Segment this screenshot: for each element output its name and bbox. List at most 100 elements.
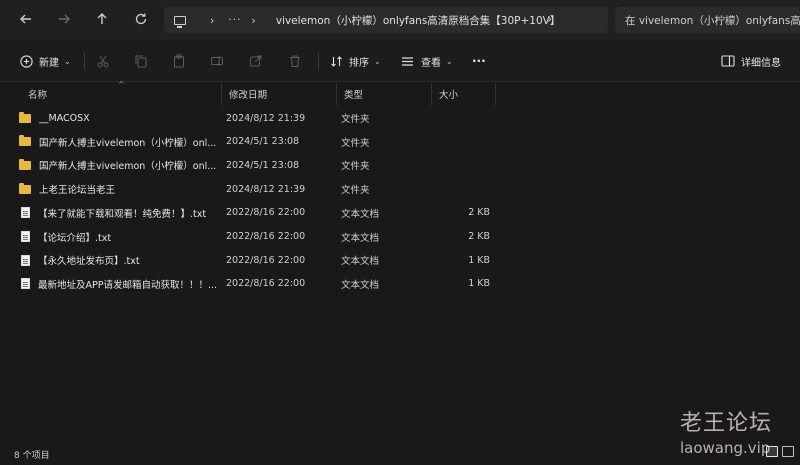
file-row[interactable]: 国产新人搏主vivelemon（小柠檬）onl... 2024/5/1 23:08…	[0, 153, 560, 177]
file-date: 2022/8/16 22:00	[226, 207, 306, 219]
more-options-button[interactable]: ···	[472, 50, 486, 72]
file-row[interactable]: 国产新人搏主vivelemon（小柠檬）onl... 2024/5/1 23:08…	[0, 130, 560, 154]
status-item-count: 8 个项目	[14, 451, 50, 461]
text-file-icon	[21, 207, 30, 219]
column-name-label: 名称	[28, 90, 48, 101]
file-type: 文本文档	[341, 256, 380, 268]
scissors-icon	[97, 55, 109, 68]
copy-button[interactable]	[134, 50, 148, 72]
file-name-cell: 国产新人搏主vivelemon（小柠檬）onl...	[19, 153, 219, 177]
command-bar: 新建 ⌄ 排序 ⌄ 查看 ⌄ ··· 详细信息	[0, 40, 800, 82]
text-file-icon	[21, 231, 30, 242]
new-label: 新建	[39, 57, 59, 69]
divider	[318, 52, 319, 70]
trash-icon	[290, 55, 300, 67]
column-header-size[interactable]: 大小	[431, 83, 495, 105]
file-type: 文件夹	[341, 137, 370, 149]
share-button[interactable]	[249, 50, 263, 72]
folder-icon	[19, 111, 31, 123]
file-name-cell: 最新地址及APP请发邮箱自动获取！！！...	[19, 272, 219, 296]
chevron-down-icon: ⌄	[374, 56, 381, 66]
view-list-icon	[402, 56, 413, 66]
column-size-label: 大小	[439, 90, 459, 101]
chevron-down-icon: ⌄	[446, 56, 453, 66]
column-header-type[interactable]: 类型	[336, 83, 431, 105]
chevron-right-icon[interactable]: ›	[547, 12, 552, 26]
paste-button[interactable]	[172, 50, 186, 72]
file-type: 文件夹	[341, 161, 370, 173]
tiles-view-icon[interactable]	[782, 446, 794, 457]
chevron-right-icon: ›	[210, 13, 215, 27]
plus-circle-icon	[20, 54, 33, 68]
file-name: 【论坛介绍】.txt	[38, 232, 112, 244]
column-date-label: 修改日期	[229, 90, 268, 101]
address-box[interactable]: › ··· › vivelemon（小柠檬）onlyfans高清原档合集【30P…	[164, 7, 608, 33]
file-size: 2 KB	[468, 231, 490, 242]
file-date: 2022/8/16 22:00	[226, 278, 306, 290]
file-size	[436, 153, 490, 177]
file-row[interactable]: 【论坛介绍】.txt 2022/8/16 22:00 文本文档 2 KB	[0, 225, 560, 249]
search-input[interactable]: 在 vivelemon（小柠檬）onlyfans高	[615, 7, 800, 33]
watermark-url: laowang.vip	[680, 439, 771, 457]
text-file-icon	[21, 278, 30, 290]
column-header-date[interactable]: 修改日期	[221, 83, 336, 105]
file-name-cell: 上老王论坛当老王	[19, 177, 219, 201]
file-type: 文件夹	[341, 114, 370, 125]
cut-button[interactable]	[96, 50, 110, 72]
file-name: 上老王论坛当老王	[39, 185, 116, 197]
file-row[interactable]: 上老王论坛当老王 2024/8/12 21:39 文件夹	[0, 177, 560, 201]
divider	[84, 52, 85, 70]
file-name: 【永久地址发布页】.txt	[38, 256, 140, 268]
file-row[interactable]: 【永久地址发布页】.txt 2022/8/16 22:00 文本文档 1 KB	[0, 248, 560, 272]
file-size: 2 KB	[468, 207, 490, 219]
file-type: 文件夹	[341, 185, 370, 197]
file-name: 国产新人搏主vivelemon（小柠檬）onl...	[39, 137, 217, 149]
back-button[interactable]	[14, 8, 38, 30]
watermark-title: 老王论坛	[680, 411, 773, 436]
sort-label: 排序	[349, 57, 369, 69]
file-row[interactable]: 最新地址及APP请发邮箱自动获取！！！... 2022/8/16 22:00 文本文…	[0, 272, 560, 296]
column-type-label: 类型	[344, 90, 364, 101]
forward-arrow-icon	[59, 14, 70, 24]
file-size	[436, 177, 490, 201]
clipboard-icon	[174, 54, 184, 68]
sort-button[interactable]: 排序 ⌄	[330, 50, 381, 72]
breadcrumb-overflow[interactable]: ···	[228, 14, 241, 26]
column-divider[interactable]	[495, 83, 496, 105]
forward-button[interactable]	[52, 8, 76, 30]
column-header-name[interactable]: 名称	[20, 83, 220, 105]
file-name-cell: 【论坛介绍】.txt	[19, 225, 219, 249]
back-arrow-icon	[20, 14, 31, 24]
folder-icon	[19, 158, 31, 170]
view-label: 查看	[421, 57, 441, 69]
details-pane-button[interactable]: 详细信息	[721, 50, 781, 72]
file-date: 2024/8/12 21:39	[226, 112, 306, 124]
up-arrow-icon	[97, 13, 107, 24]
new-button[interactable]: 新建 ⌄	[20, 50, 71, 72]
chevron-right-icon: ›	[251, 13, 256, 27]
delete-button[interactable]	[288, 50, 302, 72]
text-file-icon	[21, 254, 30, 266]
file-date: 2024/5/1 23:08	[226, 159, 300, 171]
file-date: 2022/8/16 22:00	[226, 231, 306, 242]
file-row[interactable]: 【来了就能下载和观看！纯免费！】.txt 2022/8/16 22:00 文本文档 2…	[0, 201, 560, 225]
breadcrumb-current-folder[interactable]: vivelemon（小柠檬）onlyfans高清原档合集【30P+10V】	[276, 13, 561, 28]
file-name-cell: 国产新人搏主vivelemon（小柠檬）onl...	[19, 130, 219, 154]
file-date: 2022/8/16 22:00	[226, 254, 306, 266]
folder-icon	[19, 182, 31, 194]
rename-button[interactable]	[210, 50, 224, 72]
file-name: 国产新人搏主vivelemon（小柠檬）onl...	[39, 161, 217, 173]
refresh-icon	[135, 13, 147, 25]
file-name-cell: __MACOSX	[19, 106, 219, 130]
refresh-button[interactable]	[129, 8, 153, 30]
file-size: 1 KB	[468, 278, 490, 290]
view-button[interactable]: 查看 ⌄	[401, 50, 453, 72]
file-type: 文本文档	[341, 232, 380, 244]
up-button[interactable]	[90, 8, 114, 30]
file-date: 2024/5/1 23:08	[226, 136, 300, 148]
file-name: 【来了就能下载和观看！纯免费！】.txt	[38, 208, 207, 220]
file-name-cell: 【来了就能下载和观看！纯免费！】.txt	[19, 201, 219, 225]
file-row[interactable]: __MACOSX 2024/8/12 21:39 文件夹	[0, 106, 560, 130]
file-name: __MACOSX	[39, 112, 90, 124]
folder-icon	[19, 135, 31, 147]
